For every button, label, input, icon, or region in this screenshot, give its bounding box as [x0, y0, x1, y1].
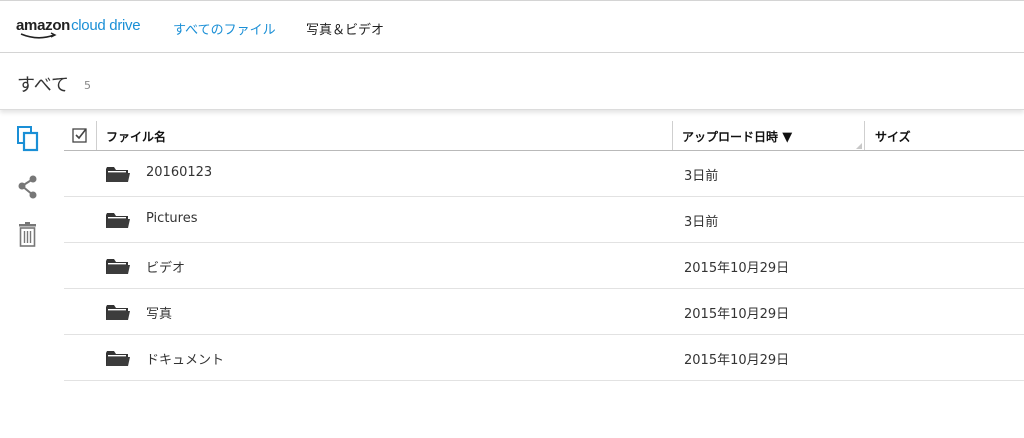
upload-date: 3日前	[684, 215, 719, 230]
column-resize-handle[interactable]	[856, 143, 862, 149]
share-icon[interactable]	[16, 174, 42, 202]
table-row[interactable]: 写真 2015年10月29日	[64, 289, 1024, 335]
column-divider	[672, 121, 673, 150]
amazon-cloud-drive-logo[interactable]: amazoncloud drive	[16, 15, 141, 41]
upload-date: 2015年10月29日	[684, 353, 790, 368]
column-header-size[interactable]: サイズ	[875, 128, 911, 145]
breadcrumb: すべて 5	[0, 53, 1024, 110]
table-row[interactable]: ビデオ 2015年10月29日	[64, 243, 1024, 289]
upload-date: 3日前	[684, 169, 719, 184]
upload-date: 2015年10月29日	[684, 307, 790, 322]
file-name[interactable]: Pictures	[146, 211, 197, 226]
nav-all-files[interactable]: すべてのファイル	[173, 19, 276, 38]
file-name[interactable]: ビデオ	[146, 257, 185, 276]
folder-icon	[106, 213, 130, 228]
table-header: ファイル名 アップロード日時 ▼ サイズ	[64, 120, 1024, 151]
folder-icon	[106, 167, 130, 182]
upload-date: 2015年10月29日	[684, 261, 790, 276]
top-nav-bar: amazoncloud drive すべてのファイル 写真＆ビデオ	[0, 0, 1024, 53]
page-title: すべて	[17, 75, 70, 96]
amazon-smile-icon	[20, 32, 57, 39]
column-header-uploaded[interactable]: アップロード日時 ▼	[682, 128, 792, 145]
folder-icon	[106, 351, 130, 366]
nav-photos-videos[interactable]: 写真＆ビデオ	[306, 19, 384, 38]
table-row[interactable]: Pictures 3日前	[64, 197, 1024, 243]
select-all-checkbox[interactable]	[72, 127, 88, 143]
column-divider	[96, 121, 97, 150]
item-count: 5	[84, 79, 91, 92]
file-name[interactable]: 20160123	[146, 165, 212, 180]
column-header-uploaded-label: アップロード日時	[682, 130, 779, 144]
column-header-name[interactable]: ファイル名	[106, 128, 166, 145]
column-divider[interactable]	[864, 121, 865, 150]
file-name[interactable]: 写真	[146, 303, 172, 322]
sort-descending-icon: ▼	[782, 130, 793, 145]
file-name[interactable]: ドキュメント	[146, 349, 224, 368]
folder-icon	[106, 305, 130, 320]
file-table: ファイル名 アップロード日時 ▼ サイズ 20160123 3日前 Pictur…	[64, 120, 1024, 381]
logo-cloud-drive-text: cloud drive	[71, 17, 141, 34]
folder-icon	[106, 259, 130, 274]
table-row[interactable]: 20160123 3日前	[64, 151, 1024, 197]
checkbox-checked-icon	[72, 128, 87, 143]
copy-icon[interactable]	[16, 124, 42, 152]
table-row[interactable]: ドキュメント 2015年10月29日	[64, 335, 1024, 381]
trash-icon[interactable]	[16, 221, 42, 249]
